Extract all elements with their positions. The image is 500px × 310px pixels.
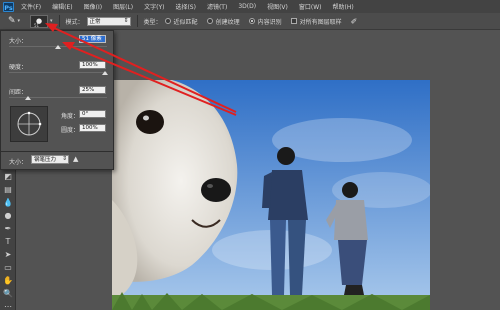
angle-label: 角度： — [61, 113, 80, 120]
type-option-label: 创建纹理 — [215, 18, 240, 26]
size-input[interactable]: 51 像素 — [79, 35, 106, 43]
pressure-size-icon[interactable]: ✐ — [351, 17, 358, 26]
type-option-texture[interactable]: 创建纹理 — [206, 17, 240, 26]
size-slider-handle[interactable] — [55, 45, 61, 49]
pen-tool-icon[interactable]: ✒ — [3, 224, 13, 234]
photo-illustration — [112, 80, 430, 310]
chevron-down-icon[interactable]: ▾ — [50, 18, 53, 24]
divider — [136, 15, 138, 27]
tool-preset-picker[interactable]: ✎ ▾ — [3, 15, 25, 28]
roundness-input[interactable]: 100% — [79, 124, 106, 132]
hardness-label: 硬度： — [9, 64, 28, 71]
brush-preset-popup: 大小： 51 像素 硬度： 100% 间距： 25% 角度： 0° 圆度： 10… — [0, 30, 114, 170]
zoom-tool-icon[interactable]: 🔍 — [3, 289, 13, 299]
chevron-down-icon: ▾ — [17, 18, 21, 24]
divider — [1, 151, 113, 152]
menu-type[interactable]: 文字(Y) — [144, 2, 164, 11]
menu-select[interactable]: 选择(S) — [175, 2, 196, 11]
options-bar: ✎▾ ● 51 ▾ 模式： 正常 类型： 近似匹配 创建纹理 内容识别 对所有图… — [0, 13, 500, 30]
divider — [58, 15, 60, 27]
menu-edit[interactable]: 编辑(E) — [52, 2, 72, 11]
sample-all-layers-option[interactable]: 对所有图层取样 — [290, 17, 342, 26]
type-option-proximity[interactable]: 近似匹配 — [164, 17, 198, 26]
hardness-slider-track[interactable] — [9, 72, 107, 73]
type-tool-icon[interactable]: T — [3, 237, 13, 247]
roundness-label: 圆度： — [61, 127, 80, 134]
type-label: 类型： — [143, 18, 162, 26]
menu-layer[interactable]: 图层(L) — [113, 2, 133, 11]
angle-dial-icon — [17, 111, 42, 136]
mode-select[interactable]: 正常 — [86, 16, 131, 26]
size-label: 大小： — [9, 38, 28, 45]
mode-label: 模式： — [65, 18, 84, 26]
angle-input[interactable]: 0° — [79, 110, 106, 118]
radio-button[interactable] — [206, 18, 213, 24]
path-selection-tool-icon[interactable]: ➤ — [3, 250, 13, 260]
healing-brush-icon: ✎ — [7, 16, 16, 26]
blur-tool-icon[interactable]: 💧 — [3, 198, 13, 208]
hardness-input[interactable]: 100% — [79, 61, 106, 69]
hardness-slider-handle[interactable] — [102, 71, 108, 75]
type-option-content-aware[interactable]: 内容识别 — [248, 17, 282, 26]
spacing-slider-handle[interactable] — [25, 96, 31, 100]
spacing-label: 间距： — [9, 89, 28, 96]
menu-image[interactable]: 图像(I) — [84, 2, 102, 11]
radio-button-selected[interactable] — [248, 18, 255, 24]
type-option-label: 内容识别 — [257, 18, 282, 26]
menu-filter[interactable]: 滤镜(T) — [207, 2, 227, 11]
menu-window[interactable]: 窗口(W) — [299, 2, 322, 11]
menu-file[interactable]: 文件(F) — [21, 2, 41, 11]
angle-roundness-widget[interactable] — [10, 106, 48, 142]
type-option-label: 近似匹配 — [173, 18, 198, 26]
rectangle-tool-icon[interactable]: ▭ — [3, 263, 13, 273]
sample-all-layers-label: 对所有图层取样 — [299, 18, 342, 26]
menu-help[interactable]: 帮助(H) — [333, 2, 354, 11]
menu-bar: Ps 文件(F) 编辑(E) 图像(I) 图层(L) 文字(Y) 选择(S) 滤… — [0, 0, 500, 13]
size-control-select[interactable]: 钢笔压力 — [31, 155, 69, 164]
eraser-tool-icon[interactable]: ◩ — [3, 172, 13, 182]
menu-3d[interactable]: 3D(D) — [238, 3, 256, 10]
bottom-size-label: 大小： — [9, 159, 28, 166]
spacing-input[interactable]: 25% — [79, 86, 106, 94]
radio-button[interactable] — [164, 18, 171, 24]
brush-size-number: 51 — [34, 22, 40, 28]
photoshop-logo: Ps — [3, 1, 14, 12]
checkbox[interactable] — [290, 18, 297, 24]
spacing-slider-track[interactable] — [9, 97, 107, 98]
document-image[interactable] — [112, 80, 430, 310]
menu-view[interactable]: 视图(V) — [267, 2, 288, 11]
warning-icon: ▲ — [73, 155, 79, 163]
more-tools-icon[interactable]: ⋯ — [3, 302, 13, 310]
hand-tool-icon[interactable]: ✋ — [3, 276, 13, 286]
brush-preset-picker[interactable]: ● 51 — [30, 14, 48, 28]
dodge-tool-icon[interactable]: ● — [3, 211, 13, 221]
gradient-tool-icon[interactable]: ▤ — [3, 185, 13, 195]
